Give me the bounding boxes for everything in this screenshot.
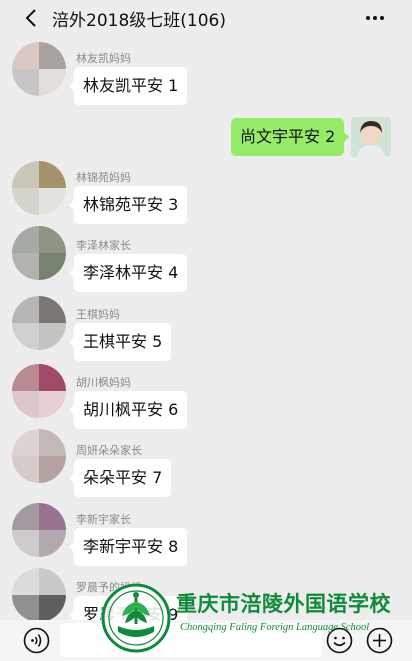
message-list[interactable]: 林友凯妈妈 林友凯平安 1 尚文宇平安 2 林锦苑妈妈 林锦苑平安 3 李泽林家… — [0, 36, 412, 634]
message-bubble[interactable]: 朵朵平安 7 — [68, 459, 172, 497]
avatar[interactable] — [12, 429, 66, 483]
avatar[interactable] — [12, 503, 66, 557]
self-message-bubble[interactable]: 尚文宇平安 2 — [231, 118, 350, 156]
sender-name: 李泽林家长 — [76, 239, 131, 252]
message-bubble[interactable]: 胡川枫平安 6 — [68, 391, 188, 429]
message-input[interactable] — [60, 623, 322, 657]
sender-name: 李新宇家长 — [76, 513, 131, 526]
avatar[interactable] — [12, 161, 66, 215]
input-bar — [0, 620, 412, 661]
sender-name: 罗晨予的妈妈 — [76, 581, 142, 594]
sender-name: 林友凯妈妈 — [76, 52, 131, 65]
sender-name: 胡川枫妈妈 — [76, 376, 131, 389]
plus-icon[interactable] — [366, 627, 393, 654]
message-bubble[interactable]: 林友凯平安 1 — [68, 67, 188, 105]
message-bubble[interactable]: 李新宇平安 8 — [68, 528, 188, 566]
sender-name: 王棋妈妈 — [76, 308, 120, 321]
avatar[interactable] — [12, 364, 66, 418]
avatar[interactable] — [12, 568, 66, 622]
message-bubble[interactable]: 林锦苑平安 3 — [68, 186, 188, 224]
avatar[interactable] — [12, 296, 66, 350]
chat-header: 涪外2018级七班(106) — [0, 0, 412, 36]
chat-title: 涪外2018级七班(106) — [52, 11, 226, 31]
message-bubble[interactable]: 王棋平安 5 — [68, 323, 172, 361]
avatar[interactable] — [12, 226, 66, 280]
sender-name: 林锦苑妈妈 — [76, 171, 131, 184]
more-dots-icon[interactable] — [364, 8, 386, 28]
sender-name: 周妍朵朵家长 — [76, 444, 142, 457]
voice-icon[interactable] — [23, 627, 50, 654]
message-bubble[interactable]: 李泽林平安 4 — [68, 254, 188, 292]
chevron-left-icon[interactable] — [22, 8, 42, 28]
emoji-icon[interactable] — [326, 627, 353, 654]
avatar[interactable] — [12, 42, 66, 96]
self-avatar[interactable] — [351, 117, 391, 157]
